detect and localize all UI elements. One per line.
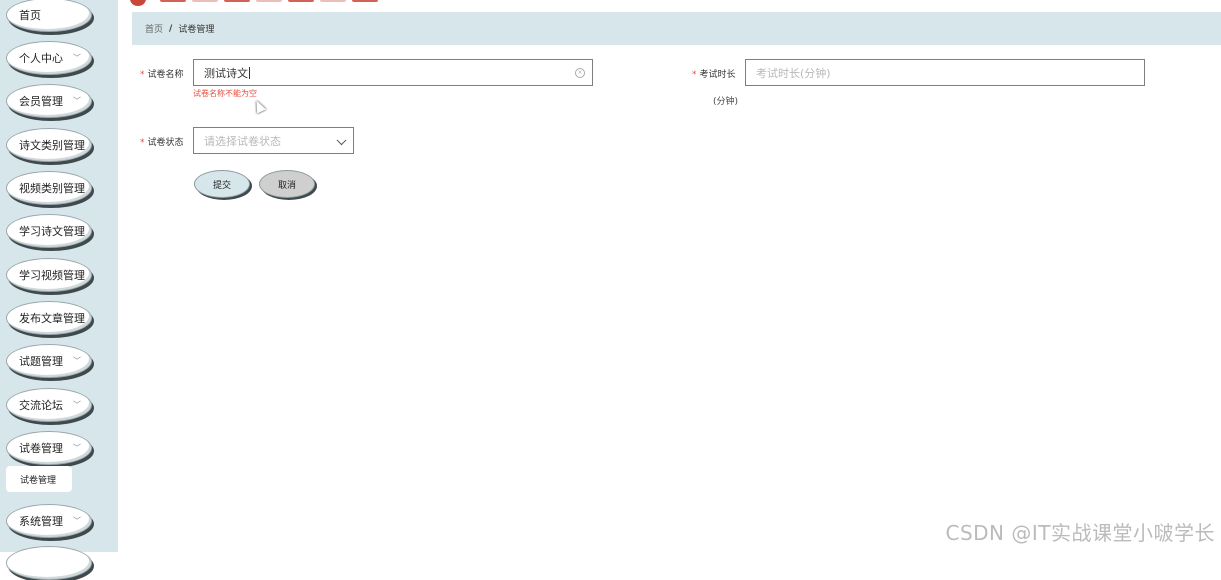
submenu-item-paper-management[interactable]: 试卷管理: [6, 466, 72, 492]
sidebar-item-label: 交流论坛: [19, 399, 63, 412]
paper-name-error: 试卷名称不能为空: [193, 89, 257, 98]
sidebar-item-articles[interactable]: 发布文章管理: [6, 301, 92, 335]
chevron-down-icon: ﹀: [73, 400, 81, 410]
cancel-button-label: 取消: [277, 180, 296, 191]
sidebar-item-study-poems[interactable]: 学习诗文管理: [6, 214, 92, 248]
sidebar-item-personal-center[interactable]: 个人中心 ﹀: [6, 41, 92, 75]
sidebar: 首页 个人中心 ﹀ 会员管理 ﹀ 诗文类别管理 视频类别管理 学习诗文管理 学习…: [0, 0, 118, 580]
sidebar-item-poem-category[interactable]: 诗文类别管理: [6, 128, 92, 162]
exam-duration-label-text: 考试时长: [699, 70, 736, 80]
sidebar-item-label: 视频类别管理: [19, 182, 85, 195]
breadcrumb-separator: /: [169, 23, 173, 34]
submit-button[interactable]: 提交: [194, 170, 250, 198]
sidebar-item-video-category[interactable]: 视频类别管理: [6, 171, 92, 205]
paper-status-select[interactable]: 请选择试卷状态: [193, 127, 354, 154]
sidebar-item-questions[interactable]: 试题管理 ﹀: [6, 344, 92, 378]
sidebar-item-label: 学习视频管理: [19, 269, 85, 282]
required-mark: *: [140, 70, 145, 80]
sidebar-item-forum[interactable]: 交流论坛 ﹀: [6, 388, 92, 422]
sidebar-item-member-management[interactable]: 会员管理 ﹀: [6, 84, 92, 118]
exam-duration-input[interactable]: 考试时长(分钟): [745, 59, 1145, 86]
paper-status-placeholder: 请选择试卷状态: [204, 134, 281, 148]
paper-status-label-text: 试卷状态: [147, 138, 184, 148]
chevron-down-icon: [336, 134, 347, 145]
text-caret: [249, 66, 250, 79]
paper-status-label: * 试卷状态: [140, 135, 184, 148]
sidebar-item-label: 试卷管理: [19, 442, 63, 455]
sidebar-item-papers[interactable]: 试卷管理 ﹀: [6, 431, 92, 465]
exam-duration-placeholder: 考试时长(分钟): [756, 66, 831, 80]
chevron-down-icon: ﹀: [73, 443, 81, 453]
breadcrumb-home-link[interactable]: 首页: [145, 22, 163, 35]
chevron-down-icon: ﹀: [73, 516, 81, 526]
breadcrumb: 首页 / 试卷管理: [132, 12, 1221, 45]
chevron-down-icon: ﹀: [73, 356, 81, 366]
sidebar-item-more[interactable]: [6, 546, 92, 580]
sidebar-item-system[interactable]: 系统管理 ﹀: [6, 504, 92, 538]
sidebar-item-label: 会员管理: [19, 95, 63, 108]
sidebar-item-label: 首页: [19, 9, 41, 22]
submenu-item-label: 试卷管理: [20, 475, 57, 486]
sidebar-item-study-videos[interactable]: 学习视频管理: [6, 258, 92, 292]
required-mark: *: [140, 138, 145, 148]
mouse-pointer-icon: [251, 98, 267, 114]
chevron-down-icon: ﹀: [73, 96, 81, 106]
sidebar-item-label: 系统管理: [19, 515, 63, 528]
sidebar-item-label: 学习诗文管理: [19, 225, 85, 238]
sidebar-item-label: 诗文类别管理: [19, 139, 85, 152]
paper-name-label: * 试卷名称: [140, 67, 184, 80]
chevron-down-icon: ﹀: [73, 53, 81, 63]
submit-button-label: 提交: [212, 180, 231, 191]
watermark: CSDN @IT实战课堂小啵学长: [945, 521, 1215, 545]
sidebar-item-label: 试题管理: [19, 355, 63, 368]
paper-name-value: 测试诗文: [204, 66, 248, 80]
site-title-logo: [160, 0, 378, 4]
clear-icon[interactable]: ×: [575, 67, 585, 78]
paper-name-label-text: 试卷名称: [147, 70, 184, 80]
sidebar-item-label: 发布文章管理: [19, 312, 85, 325]
cancel-button[interactable]: 取消: [259, 170, 315, 198]
exam-duration-unit-hint: (分钟): [713, 97, 739, 107]
paper-name-input[interactable]: 测试诗文 ×: [193, 59, 593, 86]
required-mark: *: [692, 70, 697, 80]
sidebar-item-home[interactable]: 首页: [6, 0, 92, 32]
breadcrumb-current: 试卷管理: [178, 25, 215, 35]
exam-duration-label: * 考试时长: [692, 67, 736, 80]
sidebar-item-label: 个人中心: [19, 52, 63, 65]
